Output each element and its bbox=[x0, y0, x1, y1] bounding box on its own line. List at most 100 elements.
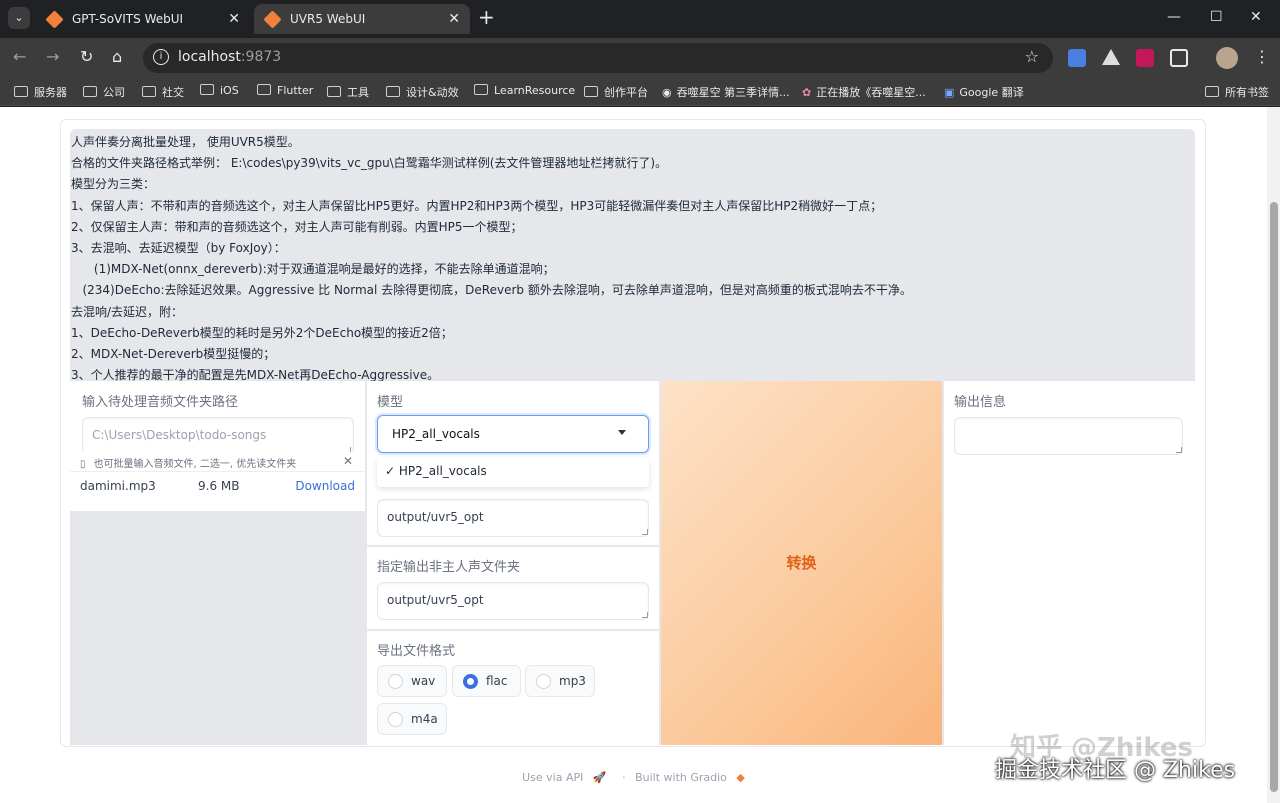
bookmark-star-icon[interactable]: ☆ bbox=[1025, 47, 1039, 66]
url-port: :9873 bbox=[240, 49, 282, 65]
page-scrollbar[interactable] bbox=[1267, 107, 1280, 803]
output-info-field[interactable] bbox=[954, 417, 1183, 455]
radio-label: m4a bbox=[411, 712, 438, 726]
download-extension-icon[interactable] bbox=[1136, 49, 1154, 67]
flower-icon: ✿ bbox=[802, 86, 812, 99]
file-icon: ▯ bbox=[80, 459, 86, 470]
bookmark-item[interactable]: 公司 bbox=[83, 84, 125, 100]
bookmark-item[interactable]: 工具 bbox=[327, 84, 369, 100]
built-with-gradio-link[interactable]: Built with Gradio bbox=[635, 771, 727, 784]
site-info-icon[interactable]: i bbox=[153, 49, 169, 65]
bookmark-label: 服务器 bbox=[34, 86, 67, 99]
resize-grip-icon[interactable] bbox=[642, 529, 648, 535]
google-translate-icon: ▣ bbox=[944, 86, 955, 99]
convert-button[interactable]: 转换 bbox=[661, 381, 942, 745]
webui-page: 人声伴奏分离批量处理， 使用UVR5模型。 合格的文件夹路径格式举例： E:\c… bbox=[0, 107, 1267, 803]
radio-flac[interactable]: flac bbox=[452, 665, 521, 697]
vocal-output-field[interactable]: output/uvr5_opt bbox=[377, 499, 649, 537]
folder-icon bbox=[257, 84, 271, 95]
bookmark-item[interactable]: LearnResource bbox=[474, 84, 575, 97]
bookmark-item[interactable]: 设计&动效 bbox=[386, 84, 459, 100]
folder-icon bbox=[327, 86, 341, 97]
controls-row: 输入待处理音频文件夹路径 C:\Users\Desktop\todo-songs… bbox=[70, 381, 1195, 745]
intro-line: 模型分为三类： bbox=[71, 177, 156, 192]
bookmark-label: 工具 bbox=[347, 86, 369, 99]
intro-line: 去混响/去延迟，附： bbox=[71, 304, 184, 319]
bookmarks-bar: 服务器 公司 社交 iOS Flutter 工具 设计&动效 LearnReso… bbox=[0, 78, 1280, 106]
ins-output-field[interactable]: output/uvr5_opt bbox=[377, 582, 649, 620]
menu-icon[interactable]: ⋮ bbox=[1254, 47, 1270, 66]
gradio-logo-icon: ◆ bbox=[736, 771, 745, 784]
output-column: 输出信息 bbox=[944, 381, 1195, 745]
url-text[interactable]: localhost:9873 bbox=[178, 49, 281, 65]
tab-gpt-sovits[interactable]: GPT-SoVITS WebUI ✕ bbox=[36, 4, 250, 34]
radio-label: mp3 bbox=[559, 674, 586, 688]
divider bbox=[367, 545, 659, 547]
bookmark-label: 社交 bbox=[162, 86, 184, 99]
folder-icon bbox=[142, 86, 156, 97]
bookmark-label: 创作平台 bbox=[604, 86, 648, 99]
model-dropdown[interactable]: HP2_all_vocals bbox=[377, 415, 649, 453]
extensions-puzzle-icon[interactable] bbox=[1170, 49, 1188, 67]
watermark-sub: 掘金技术社区 @ Zhikes bbox=[995, 758, 1236, 783]
forward-icon[interactable]: → bbox=[46, 47, 59, 66]
tab-title: UVR5 WebUI bbox=[290, 12, 366, 26]
format-label: 导出文件格式 bbox=[377, 644, 456, 659]
bookmark-item[interactable]: 社交 bbox=[142, 84, 184, 100]
bookmark-item[interactable]: ✿ 正在播放《吞噬星空... bbox=[802, 84, 926, 100]
maximize-icon[interactable]: ☐ bbox=[1210, 9, 1223, 25]
radio-mp3[interactable]: mp3 bbox=[525, 665, 595, 697]
translate-extension-icon[interactable] bbox=[1068, 49, 1086, 67]
folder-icon bbox=[83, 86, 97, 97]
input-dir-field[interactable]: C:\Users\Desktop\todo-songs bbox=[82, 417, 354, 455]
resize-grip-icon[interactable] bbox=[642, 612, 648, 618]
back-icon[interactable]: ← bbox=[13, 47, 26, 66]
radio-m4a[interactable]: m4a bbox=[377, 703, 447, 735]
avatar[interactable] bbox=[1216, 47, 1238, 69]
model-selected-value: HP2_all_vocals bbox=[392, 427, 480, 441]
radio-wav[interactable]: wav bbox=[377, 665, 447, 697]
resize-grip-icon[interactable] bbox=[1176, 447, 1182, 453]
bookmark-label: 所有书签 bbox=[1225, 86, 1269, 99]
radio-checked-icon bbox=[463, 674, 478, 689]
bookmark-item[interactable]: ▣ Google 翻译 bbox=[944, 84, 1024, 100]
bookmark-label: 设计&动效 bbox=[406, 86, 459, 99]
model-option[interactable]: ✓ HP2_all_vocals bbox=[385, 464, 641, 478]
address-bar[interactable]: i localhost:9873 ☆ bbox=[143, 43, 1053, 73]
ins-output-label: 指定输出非主人声文件夹 bbox=[377, 560, 521, 575]
extension-icon[interactable] bbox=[1102, 49, 1120, 65]
bookmark-item[interactable]: ◉ 吞噬星空 第三季详情... bbox=[662, 84, 790, 100]
divider bbox=[367, 629, 659, 631]
bookmark-item[interactable]: 服务器 bbox=[14, 84, 67, 100]
radio-circle-icon bbox=[388, 712, 403, 727]
intro-line: 2、MDX-Net-Dereverb模型挺慢的； bbox=[71, 347, 276, 362]
radio-circle-icon bbox=[388, 674, 403, 689]
intro-line: 1、保留人声：不带和声的音频选这个，对主人声保留比HP5更好。内置HP2和HP3… bbox=[71, 198, 883, 213]
bookmark-item[interactable]: 所有书签 bbox=[1205, 84, 1269, 100]
download-link[interactable]: Download bbox=[295, 479, 355, 493]
close-window-icon[interactable]: ✕ bbox=[1250, 9, 1262, 25]
tab-search-icon[interactable]: ⌄ bbox=[8, 7, 30, 29]
tab-uvr5[interactable]: UVR5 WebUI ✕ bbox=[254, 4, 470, 34]
clear-file-icon[interactable]: ✕ bbox=[343, 454, 353, 468]
bookmark-item[interactable]: iOS bbox=[200, 84, 239, 97]
folder-icon bbox=[200, 84, 214, 95]
folder-icon bbox=[474, 84, 488, 95]
bookmark-label: 公司 bbox=[103, 86, 125, 99]
minimize-icon[interactable]: — bbox=[1167, 9, 1181, 25]
new-tab-icon[interactable]: + bbox=[478, 5, 495, 29]
home-icon[interactable]: ⌂ bbox=[112, 47, 122, 66]
close-tab-icon[interactable]: ✕ bbox=[448, 4, 460, 34]
radio-circle-icon bbox=[536, 674, 551, 689]
bookmark-label: Google 翻译 bbox=[959, 86, 1024, 99]
bookmark-item[interactable]: 创作平台 bbox=[584, 84, 648, 100]
intro-line: 3、去混响、去延迟模型（by FoxJoy）： bbox=[71, 241, 286, 256]
bookmark-item[interactable]: Flutter bbox=[257, 84, 313, 97]
use-api-link[interactable]: Use via API bbox=[522, 771, 583, 784]
close-tab-icon[interactable]: ✕ bbox=[228, 4, 240, 34]
intro-line: 合格的文件夹路径格式举例： E:\codes\py39\vits_vc_gpu\… bbox=[71, 156, 668, 171]
scrollbar-thumb[interactable] bbox=[1270, 202, 1278, 792]
file-upload[interactable]: ▯ 也可批量输入音频文件, 二选一, 优先读文件夹 ✕ damimi.mp3 9.… bbox=[70, 452, 365, 511]
intro-line: 1、DeEcho-DeReverb模型的耗时是另外2个DeEcho模型的接近2倍… bbox=[71, 325, 453, 340]
reload-icon[interactable]: ↻ bbox=[80, 47, 93, 66]
